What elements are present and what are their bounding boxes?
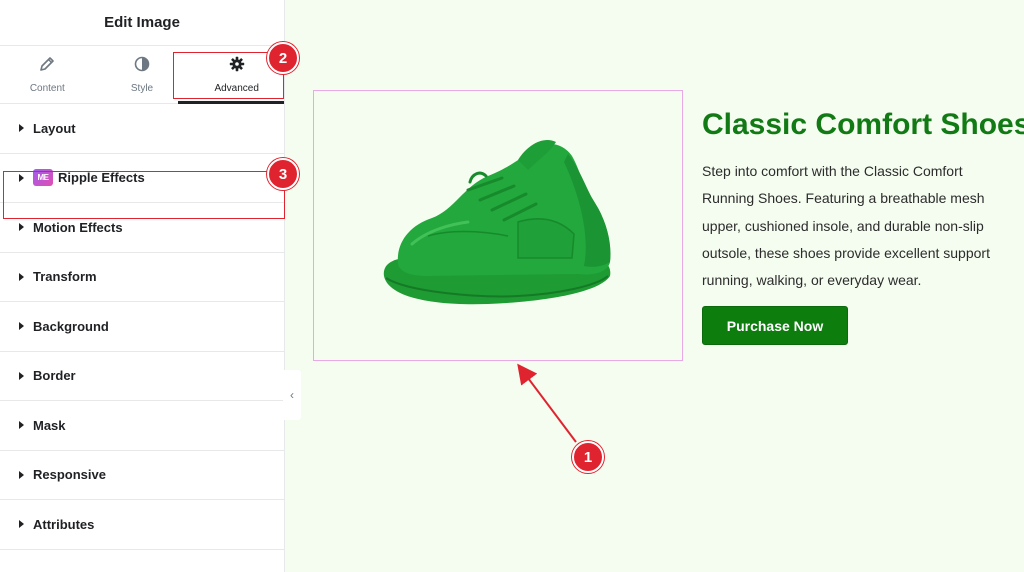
- section-layout[interactable]: Layout: [0, 104, 284, 154]
- active-tab-indicator: [178, 101, 284, 104]
- section-label: Mask: [33, 417, 66, 433]
- caret-right-icon: [19, 470, 24, 479]
- caret-right-icon: [19, 371, 24, 380]
- description-line: Running Shoes. Featuring a breathable me…: [702, 190, 985, 207]
- section-label: Responsive: [33, 467, 106, 483]
- description-line: Step into comfort with the Classic Comfo…: [702, 163, 963, 179]
- caret-right-icon: [19, 223, 24, 232]
- collapse-sidebar-button[interactable]: ‹: [283, 370, 301, 420]
- section-label: Border: [33, 368, 76, 384]
- highlight-ripple-effects: [3, 171, 285, 219]
- chevron-left-icon: ‹: [290, 388, 294, 402]
- section-background[interactable]: Background: [0, 302, 284, 352]
- tab-content[interactable]: Content: [0, 46, 95, 103]
- section-label: Background: [33, 318, 109, 334]
- sidebar-title: Edit Image: [104, 14, 180, 31]
- step-badge-1: 1: [572, 441, 604, 473]
- purchase-now-button[interactable]: Purchase Now: [702, 306, 848, 345]
- pencil-icon: [39, 56, 55, 77]
- product-description: Step into comfort with the Classic Comfo…: [702, 158, 1024, 294]
- caret-right-icon: [19, 124, 24, 133]
- half-circle-icon: [134, 56, 150, 77]
- section-label: Layout: [33, 120, 76, 136]
- description-line: outsole, these shoes provide excellent s…: [702, 244, 990, 261]
- step-badge-2: 2: [267, 42, 299, 74]
- section-mask[interactable]: Mask: [0, 401, 284, 451]
- image-widget[interactable]: [313, 90, 683, 361]
- tab-style-label: Style: [130, 82, 154, 94]
- green-sneaker-image: [383, 139, 611, 304]
- section-responsive[interactable]: Responsive: [0, 451, 284, 500]
- sidebar-header: Edit Image: [0, 0, 284, 46]
- product-title: Classic Comfort Shoes: [702, 108, 1024, 141]
- description-line: running, walking, or everyday wear.: [702, 272, 922, 289]
- step-badge-3: 3: [267, 158, 299, 190]
- section-attributes[interactable]: Attributes: [0, 500, 284, 550]
- caret-right-icon: [19, 272, 24, 281]
- section-label: Transform: [33, 269, 97, 285]
- section-label: Motion Effects: [33, 219, 123, 235]
- caret-right-icon: [19, 322, 24, 331]
- description-line: upper, cushioned insole, and durable non…: [702, 217, 984, 234]
- caret-right-icon: [19, 520, 24, 529]
- section-label: Attributes: [33, 516, 95, 532]
- tab-content-label: Content: [29, 82, 65, 94]
- caret-right-icon: [19, 421, 24, 430]
- section-border[interactable]: Border: [0, 352, 284, 401]
- section-transform[interactable]: Transform: [0, 253, 284, 302]
